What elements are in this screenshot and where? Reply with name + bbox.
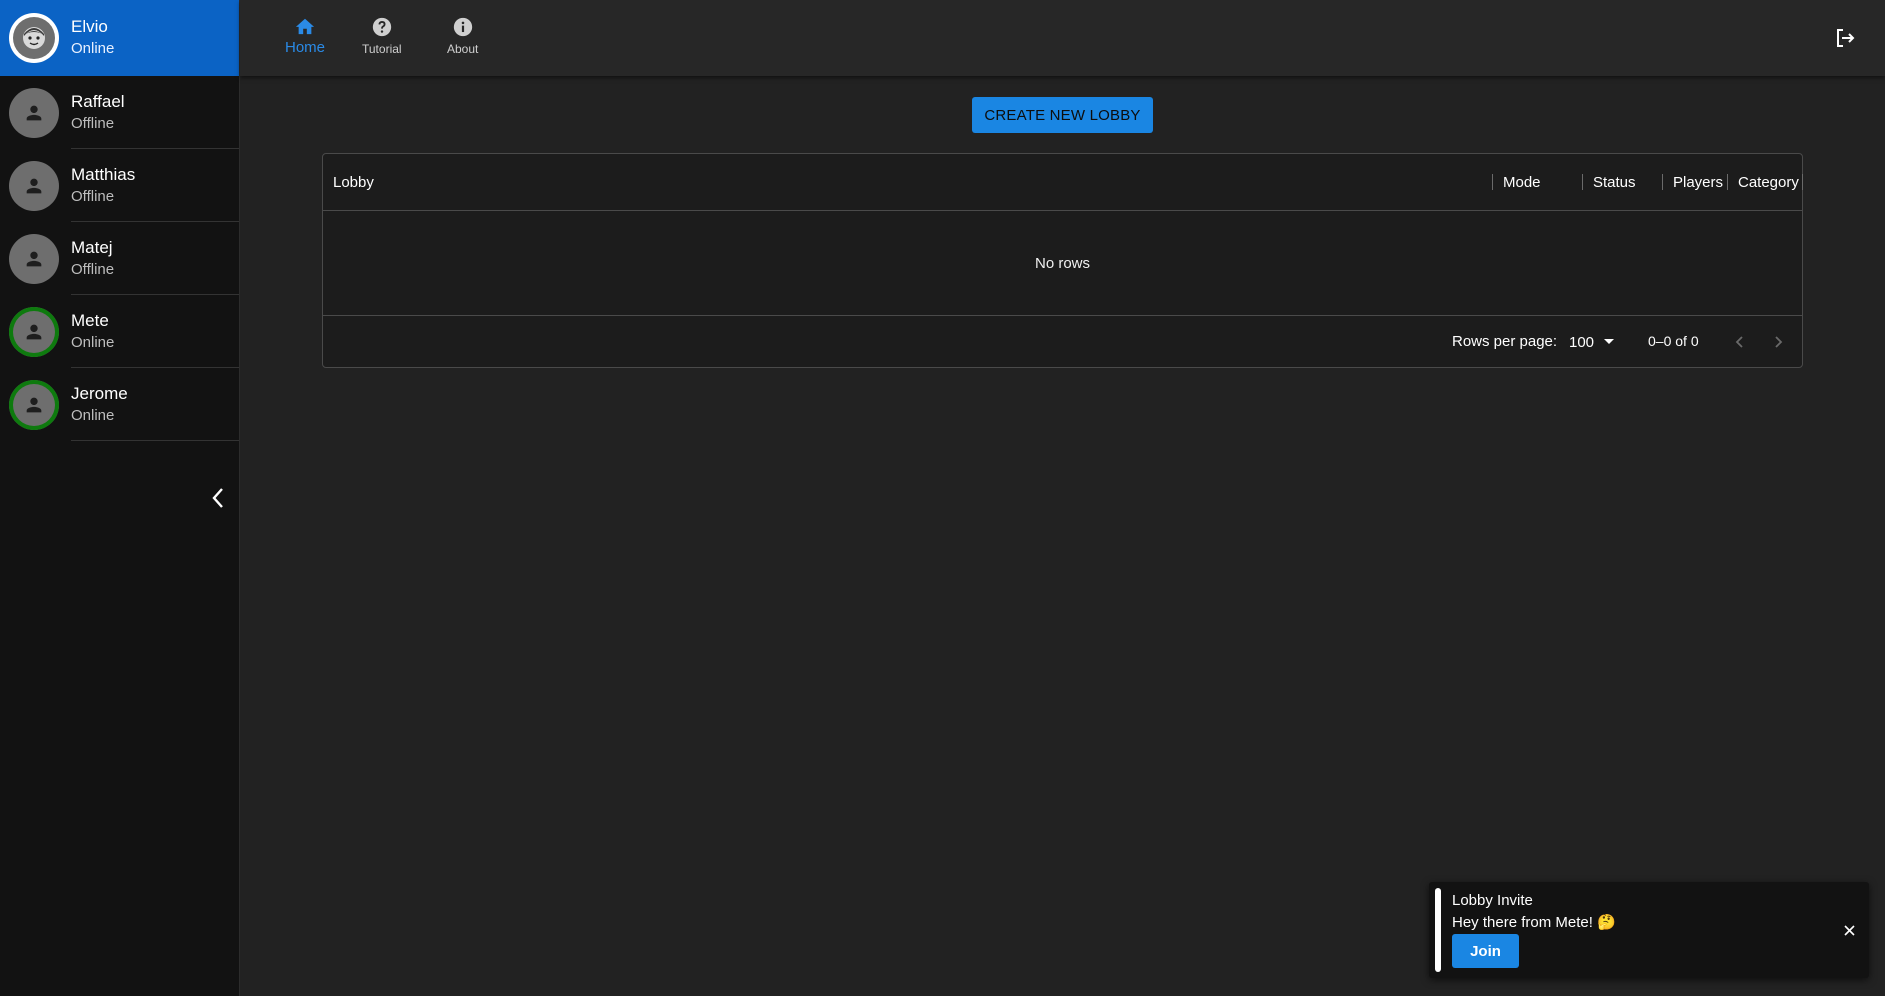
person-icon: [26, 397, 42, 412]
column-separator[interactable]: [1662, 174, 1663, 190]
avatar: [9, 306, 59, 357]
avatar: [9, 233, 59, 284]
nav-label: Tutorial: [362, 42, 402, 56]
logout-icon: [1837, 29, 1855, 47]
avatar: [9, 13, 59, 63]
help-circle-icon: [372, 17, 391, 37]
user-name: Matej: [71, 237, 113, 257]
nav-label: About: [447, 42, 479, 56]
nav-about[interactable]: About: [447, 16, 478, 56]
column-separator[interactable]: [1727, 174, 1728, 190]
close-toast-button[interactable]: [1841, 922, 1857, 938]
person-icon: [26, 324, 42, 339]
face-avatar-icon: [23, 27, 45, 49]
home-icon: [295, 18, 315, 35]
logout-button[interactable]: [1833, 26, 1857, 50]
user-status: Offline: [71, 187, 115, 205]
nav-tutorial[interactable]: Tutorial: [362, 16, 402, 56]
avatar: [9, 87, 59, 138]
user-status: Online: [71, 333, 115, 351]
toast-title: Lobby Invite: [1452, 892, 1533, 909]
next-page-button[interactable]: [1768, 331, 1790, 353]
column-separator[interactable]: [1802, 174, 1803, 190]
close-icon: [1843, 924, 1855, 936]
sidebar-user-raffael[interactable]: Raffael Offline: [0, 76, 239, 149]
person-icon: [26, 105, 42, 120]
collapse-sidebar-button[interactable]: [206, 484, 230, 512]
info-icon: [453, 17, 472, 37]
nav-home[interactable]: Home: [285, 16, 325, 56]
sidebar-user-mete[interactable]: Mete Online: [0, 295, 239, 368]
rows-per-page-select[interactable]: 100: [1569, 330, 1615, 354]
top-navigation-bar: Home Tutorial About: [240, 0, 1885, 76]
user-name: Raffael: [71, 91, 125, 111]
page-range-text: 0–0 of 0: [1648, 333, 1699, 349]
user-status: Offline: [71, 260, 115, 278]
lobby-table: Lobby Mode Status Players Category No ro…: [322, 153, 1803, 368]
previous-page-button[interactable]: [1728, 331, 1750, 353]
user-status: Offline: [71, 114, 115, 132]
sidebar-user-matej[interactable]: Matej Offline: [0, 222, 239, 295]
caret-down-icon: [1604, 339, 1615, 344]
person-icon: [26, 251, 42, 266]
divider: [71, 440, 239, 441]
toast-accent-bar: [1435, 888, 1441, 972]
empty-state-text: No rows: [1034, 254, 1090, 272]
column-header-status[interactable]: Status: [1593, 154, 1636, 211]
avatar: [9, 379, 59, 430]
user-name: Matthias: [71, 164, 136, 184]
column-separator[interactable]: [1492, 174, 1493, 190]
person-icon: [26, 178, 42, 193]
sidebar-user-matthias[interactable]: Matthias Offline: [0, 149, 239, 222]
column-header-lobby[interactable]: Lobby: [333, 154, 374, 211]
nav-label: Home: [285, 39, 326, 56]
friends-sidebar: Elvio Online Raffael Offline Matthias Of…: [0, 0, 240, 996]
user-status: Online: [71, 406, 115, 424]
user-status: Online: [71, 40, 115, 57]
toast-message: Hey there from Mete! 🤔: [1452, 914, 1616, 931]
table-header: Lobby Mode Status Players Category: [323, 154, 1803, 211]
sidebar-user-elvio[interactable]: Elvio Online: [0, 0, 239, 76]
column-separator[interactable]: [1582, 174, 1583, 190]
user-name: Mete: [71, 310, 109, 330]
rows-per-page-value: 100: [1569, 333, 1595, 351]
column-header-category[interactable]: Category: [1738, 154, 1799, 211]
join-lobby-button[interactable]: Join: [1452, 934, 1519, 968]
user-name: Elvio: [71, 17, 108, 36]
column-header-mode[interactable]: Mode: [1503, 154, 1541, 211]
chevron-left-icon: [212, 488, 223, 508]
chevron-left-icon: [1735, 336, 1743, 348]
column-header-players[interactable]: Players: [1673, 154, 1723, 211]
create-new-lobby-button[interactable]: CREATE NEW LOBBY: [972, 97, 1153, 133]
avatar: [9, 160, 59, 211]
user-name: Jerome: [71, 383, 128, 403]
rows-per-page-label: Rows per page:: [1452, 333, 1558, 350]
table-pagination: Rows per page: 100 0–0 of 0: [323, 315, 1802, 368]
chevron-right-icon: [1775, 336, 1783, 348]
sidebar-user-jerome[interactable]: Jerome Online: [0, 368, 239, 441]
lobby-invite-toast: Lobby Invite Hey there from Mete! 🤔 Join: [1429, 882, 1869, 978]
